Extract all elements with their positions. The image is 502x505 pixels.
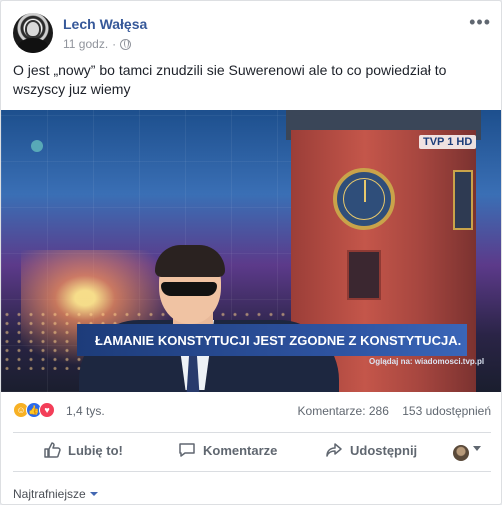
author-avatar[interactable] — [13, 13, 53, 53]
share-count[interactable]: 153 udostępnień — [402, 404, 491, 418]
comment-sort[interactable]: Najtrafniejsze — [13, 487, 98, 501]
action-bar: Lubię to! Komentarze Udostępnij — [13, 433, 491, 469]
post-card: Lech Wałęsa 11 godz. · ••• O jest „nowy”… — [0, 0, 502, 505]
chevron-down-icon[interactable] — [473, 446, 481, 451]
sort-chevron-icon — [89, 492, 98, 496]
share-label: Udostępnij — [350, 442, 418, 458]
meta-separator: · — [112, 37, 117, 51]
reaction-icons[interactable]: ☺ 👍 ♥ — [13, 402, 55, 418]
tower-window — [453, 170, 473, 230]
comment-icon — [179, 443, 195, 457]
comment-button[interactable]: Komentarze — [178, 441, 277, 459]
post-text: O jest „nowy” bo tamci znudzili sie Suwe… — [13, 62, 447, 97]
share-icon — [326, 443, 342, 457]
love-icon: ♥ — [39, 402, 55, 418]
like-label: Lubię to! — [68, 442, 123, 458]
smiley-icon — [31, 140, 43, 152]
globe-icon[interactable] — [120, 38, 132, 50]
sunglasses — [161, 282, 217, 296]
anchor-hair — [155, 245, 225, 277]
thumbs-up-icon — [44, 442, 61, 458]
comment-count[interactable]: Komentarze: 286 — [298, 404, 389, 418]
tower-window-lower — [347, 250, 381, 300]
avatar-shoulders — [18, 38, 48, 53]
divider-bottom — [13, 471, 491, 472]
news-caption-bar: ŁAMANIE KONSTYTUCJI JEST ZGODNE Z KONSTY… — [77, 324, 467, 356]
post-header: Lech Wałęsa 11 godz. · ••• — [13, 13, 491, 57]
tower-clock — [333, 168, 395, 230]
author-name[interactable]: Lech Wałęsa — [63, 16, 147, 32]
like-button[interactable]: Lubię to! — [43, 441, 123, 459]
comment-label: Komentarze — [203, 442, 278, 458]
more-options-icon[interactable]: ••• — [469, 13, 491, 31]
post-stats: ☺ 👍 ♥ 1,4 tys. Komentarze: 286 153 udost… — [13, 399, 491, 421]
share-button[interactable]: Udostępnij — [325, 441, 417, 459]
news-caption-sub: Oglądaj na: wiadomosci.tvp.pl — [369, 357, 485, 366]
post-time[interactable]: 11 godz. — [63, 37, 108, 51]
comments-shares: Komentarze: 286 153 udostępnień — [298, 404, 491, 418]
channel-logo: TVP 1 HD — [419, 135, 477, 149]
sort-label: Najtrafniejsze — [13, 487, 86, 501]
news-caption: ŁAMANIE KONSTYTUCJI JEST ZGODNE Z KONSTY… — [95, 332, 462, 348]
post-meta: 11 godz. · — [63, 37, 132, 51]
page-avatar-icon[interactable] — [453, 445, 469, 461]
avatar-face — [25, 20, 41, 38]
reaction-count[interactable]: 1,4 tys. — [66, 404, 105, 418]
